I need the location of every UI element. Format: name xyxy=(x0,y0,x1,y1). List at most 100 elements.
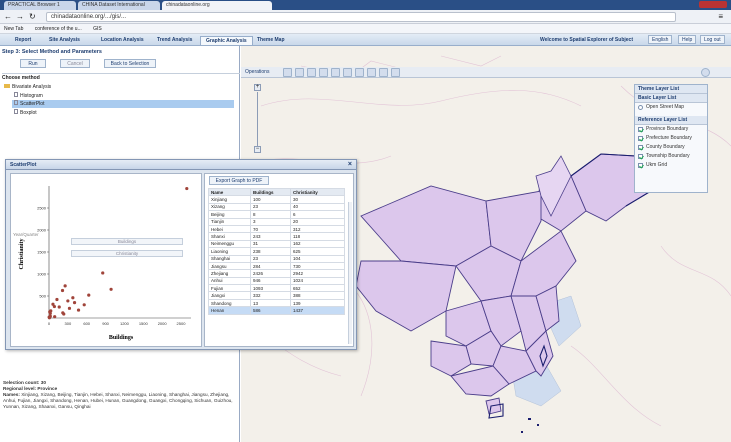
close-icon[interactable]: × xyxy=(348,161,352,168)
table-row[interactable]: Beijing 8 6 xyxy=(208,210,345,219)
measure-icon[interactable] xyxy=(391,68,400,77)
help-button[interactable]: Help xyxy=(678,35,697,44)
layer-prefecture-boundary[interactable]: Prefecture Boundary xyxy=(635,134,707,143)
select-rect-icon[interactable] xyxy=(355,68,364,77)
scatter-point[interactable] xyxy=(82,303,86,307)
col-name-header[interactable]: Name xyxy=(208,188,251,197)
zoom-in-button[interactable]: + xyxy=(254,84,261,91)
menu-icon[interactable]: ≡ xyxy=(718,12,723,21)
table-row[interactable]: Liaoning 238 625 xyxy=(208,247,345,256)
layer-township-boundary[interactable]: Township Boundary xyxy=(635,152,707,161)
tab-location-analysis[interactable]: Location Analysis xyxy=(96,36,149,45)
checkbox-icon[interactable] xyxy=(638,154,643,159)
identify-icon[interactable] xyxy=(331,68,340,77)
scatter-point[interactable] xyxy=(63,284,67,288)
bookmark-item[interactable]: conference of the u... xyxy=(35,26,82,32)
scatter-point[interactable] xyxy=(60,288,65,293)
layer-province-boundary[interactable]: Province Boundary xyxy=(635,125,707,134)
scatter-point[interactable] xyxy=(71,296,75,300)
bookmark-item[interactable]: New Tab xyxy=(4,26,23,32)
table-row[interactable]: Xizang 23 40 xyxy=(208,202,345,212)
radio-icon[interactable] xyxy=(638,105,643,110)
checkbox-icon[interactable] xyxy=(638,127,643,132)
zoom-out-button[interactable]: − xyxy=(254,146,261,153)
table-row[interactable]: Anhui 946 1024 xyxy=(208,276,345,286)
window-controls[interactable] xyxy=(699,1,727,8)
scatter-point[interactable] xyxy=(76,308,81,312)
url-field[interactable]: chinadataonline.org/.../gis/... xyxy=(46,12,676,22)
reference-layer-header[interactable]: Reference Layer List xyxy=(635,116,707,125)
scatter-point[interactable] xyxy=(52,304,56,309)
scatter-point[interactable] xyxy=(62,312,66,316)
bookmark-item[interactable]: GIS xyxy=(93,26,102,32)
table-row[interactable]: Jiangsu 284 730 xyxy=(208,261,345,271)
scatter-point[interactable] xyxy=(66,299,70,303)
scatter-point[interactable] xyxy=(101,271,105,275)
tab-trend-analysis[interactable]: Trend Analysis xyxy=(152,36,197,45)
table-row[interactable]: Xinjiang 100 30 xyxy=(208,195,345,204)
table-row[interactable]: Fujian 1093 652 xyxy=(208,284,345,293)
table-row[interactable]: Shanghai 23 104 xyxy=(208,254,345,263)
scatter-point[interactable] xyxy=(55,297,59,302)
scatterplot-window-header[interactable]: ScatterPlot × xyxy=(6,160,356,170)
scatterplot-window[interactable]: ScatterPlot × Buildings Christianity 0 30… xyxy=(5,159,357,350)
checkbox-icon[interactable] xyxy=(638,163,643,168)
layer-open-street-map[interactable]: Open Street Map xyxy=(635,103,707,112)
tab-report[interactable]: Report xyxy=(10,36,36,45)
layer-county-boundary[interactable]: County Boundary xyxy=(635,143,707,152)
tree-item-boxplot[interactable]: Boxplot xyxy=(14,109,37,116)
checkbox-icon[interactable] xyxy=(638,136,643,141)
browser-tab-3[interactable]: chinadataonline.org xyxy=(162,1,272,10)
scatter-point[interactable] xyxy=(185,186,189,191)
table-row[interactable]: Neimenggu 31 162 xyxy=(208,239,345,249)
theme-layer-header[interactable]: Theme Layer List xyxy=(635,85,707,94)
reload-icon[interactable]: ↻ xyxy=(29,12,36,21)
back-to-selection-button[interactable]: Back to Selection xyxy=(104,59,156,68)
scatter-point[interactable] xyxy=(87,293,91,297)
browser-tab-2[interactable]: CHINA Dataset International xyxy=(78,1,160,10)
table-row[interactable]: Hebei 70 312 xyxy=(208,224,345,234)
data-table-scroll[interactable]: Name Buildings Christianity Xinjiang 100 3… xyxy=(208,188,350,346)
full-extent-icon[interactable] xyxy=(319,68,328,77)
settings-icon[interactable] xyxy=(701,68,710,77)
table-row[interactable]: Shanxi 243 118 xyxy=(208,232,345,241)
scatter-point[interactable] xyxy=(72,301,77,305)
tab-theme-map[interactable]: Theme Map xyxy=(252,36,290,45)
scatter-point[interactable] xyxy=(67,306,72,310)
tree-item-histogram[interactable]: Histogram xyxy=(14,92,43,99)
checkbox-icon[interactable] xyxy=(638,145,643,150)
cancel-button[interactable]: Cancel xyxy=(60,59,90,68)
select-poly-icon[interactable] xyxy=(367,68,376,77)
scatter-point[interactable] xyxy=(109,287,113,291)
scatter-point[interactable] xyxy=(53,315,57,319)
table-row[interactable]: Zhejiang 2426 2942 xyxy=(208,269,345,278)
tab-graphic-analysis[interactable]: Graphic Analysis xyxy=(200,36,253,45)
zoom-in-icon[interactable] xyxy=(295,68,304,77)
run-button[interactable]: Run xyxy=(20,59,46,68)
layer-ukm-grid[interactable]: Ukm Grid xyxy=(635,161,707,170)
table-row[interactable]: Henan 586 1437 xyxy=(208,306,345,315)
english-button[interactable]: English xyxy=(648,35,673,44)
table-row[interactable]: Jiangxi 332 388 xyxy=(208,291,345,300)
table-row[interactable]: Tianjin 3 20 xyxy=(208,217,345,226)
scatter-point[interactable] xyxy=(47,315,51,319)
basic-layer-header[interactable]: Basic Layer List xyxy=(635,94,707,103)
pan-icon[interactable] xyxy=(283,68,292,77)
back-icon[interactable]: ← xyxy=(4,12,12,21)
logout-button[interactable]: Log out xyxy=(700,35,725,44)
info-icon[interactable] xyxy=(343,68,352,77)
scatter-point[interactable] xyxy=(57,305,61,309)
zoom-slider[interactable]: + − xyxy=(252,84,262,154)
field-select-2[interactable]: Christianity xyxy=(71,250,183,257)
tab-site-analysis[interactable]: Site Analysis xyxy=(44,36,85,45)
scatter-point[interactable] xyxy=(48,310,52,314)
zoom-out-icon[interactable] xyxy=(307,68,316,77)
export-pdf-button[interactable]: Export Graph to PDF xyxy=(209,176,269,185)
col-y-header[interactable]: Christianity xyxy=(290,188,345,197)
clear-selection-icon[interactable] xyxy=(379,68,388,77)
forward-icon[interactable]: → xyxy=(16,12,24,21)
tree-item-scatterplot[interactable]: ScatterPlot xyxy=(12,100,234,108)
browser-tab-1[interactable]: PRACTICAL Browser 1 xyxy=(4,1,76,10)
table-row[interactable]: Shandong 13 139 xyxy=(208,298,345,308)
field-select-1[interactable]: Buildings xyxy=(71,238,183,245)
